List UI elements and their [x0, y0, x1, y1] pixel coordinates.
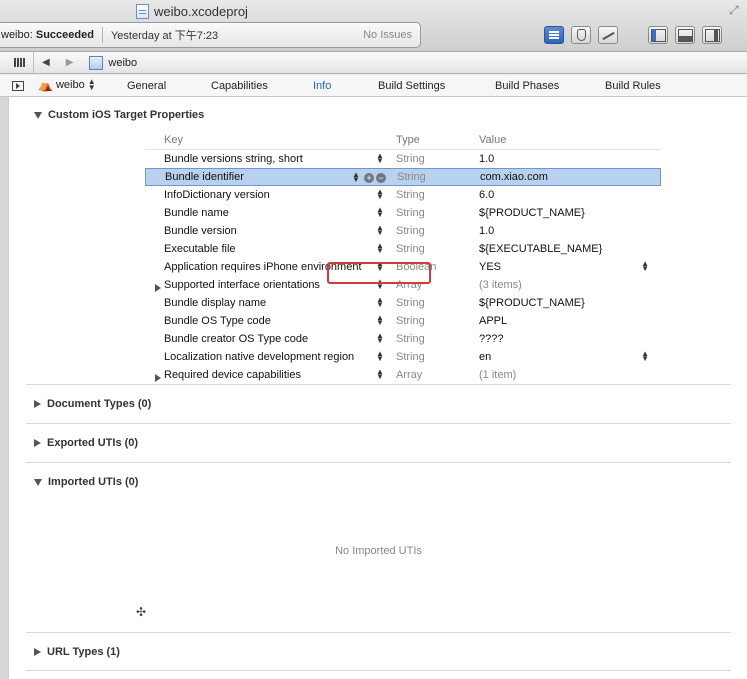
annotation-highlight-box — [327, 262, 431, 284]
key-stepper-icon[interactable]: ▲ ▼ — [376, 350, 384, 363]
disclosure-open-icon — [34, 111, 42, 119]
build-status: weibo: Succeeded — [1, 29, 94, 41]
value-popup-stepper-icon[interactable]: ▲ ▼ — [641, 260, 649, 273]
custom-properties-section: Custom iOS Target Properties Key Type Va… — [26, 97, 731, 384]
project-file-icon — [136, 3, 149, 19]
fullscreen-icon[interactable]: ⤢ — [729, 3, 743, 17]
app-target-icon: ⛺ — [38, 78, 53, 92]
table-row[interactable]: InfoDictionary version ▲ ▼ String 6.0 — [145, 186, 661, 204]
forward-arrow-icon[interactable]: ▶ — [66, 57, 74, 68]
tab-info[interactable]: Info — [313, 80, 331, 92]
disclosure-closed-icon — [34, 648, 41, 656]
key-stepper-icon[interactable]: ▲ ▼ — [376, 314, 384, 327]
url-types-section: URL Types (1) — [26, 632, 731, 671]
table-row[interactable]: Bundle creator OS Type code ▲ ▼ String ??… — [145, 330, 661, 348]
jump-bar: ◀ ▶ weibo — [0, 51, 747, 74]
table-row[interactable]: Executable file ▲ ▼ String ${EXECUTABLE_N… — [145, 240, 661, 258]
imported-utis-empty-message: No Imported UTIs — [335, 545, 422, 557]
editor-tab-bar: ⛺ weibo ▲ ▼ General Capabilities Info Bui… — [0, 75, 747, 97]
table-row[interactable]: Bundle version ▲ ▼ String 1.0 — [145, 222, 661, 240]
issues-label[interactable]: No Issues — [363, 29, 412, 41]
bundle-identifier-value[interactable]: com.xiao.com — [461, 171, 660, 183]
document-types-section: Document Types (0) — [26, 384, 731, 423]
table-row[interactable]: Bundle versions string, short ▲ ▼ String … — [145, 150, 661, 168]
plist-table: Key Type Value Bundle versions string, s… — [145, 134, 661, 384]
related-items-icon[interactable] — [14, 58, 25, 67]
standard-editor-icon — [549, 31, 559, 33]
section-header-url-types[interactable]: URL Types (1) — [34, 646, 120, 658]
key-stepper-icon[interactable]: ▲ ▼ — [352, 171, 360, 184]
debug-panel-icon — [679, 36, 692, 41]
assistant-editor-button[interactable] — [571, 26, 591, 44]
tab-build-phases[interactable]: Build Phases — [495, 80, 559, 92]
utilities-toggle-button[interactable] — [702, 26, 722, 44]
targets-list-toggle-icon[interactable] — [12, 81, 24, 91]
table-row[interactable]: Localization native development region ▲… — [145, 348, 661, 366]
table-row[interactable]: Bundle name ▲ ▼ String ${PRODUCT_NAME} — [145, 204, 661, 222]
tab-capabilities[interactable]: Capabilities — [211, 80, 268, 92]
key-stepper-icon[interactable]: ▲ ▼ — [376, 188, 384, 201]
window-toolbar: weibo.xcodeproj ⤢ weibo: Succeeded Yeste… — [0, 0, 747, 52]
disclosure-closed-icon — [34, 400, 41, 408]
add-item-icon[interactable]: ✣ — [136, 605, 146, 619]
expand-row-icon[interactable] — [155, 374, 161, 382]
remove-row-icon[interactable]: − — [376, 173, 386, 183]
key-stepper-icon[interactable]: ▲ ▼ — [376, 206, 384, 219]
info-editor: Custom iOS Target Properties Key Type Va… — [8, 97, 747, 679]
version-editor-button[interactable] — [598, 26, 618, 44]
assistant-editor-icon — [577, 29, 586, 41]
back-arrow-icon[interactable]: ◀ — [42, 57, 50, 68]
key-stepper-icon[interactable]: ▲ ▼ — [376, 296, 384, 309]
plist-header-row: Key Type Value — [145, 134, 661, 150]
navigator-panel-icon — [652, 29, 656, 41]
updown-arrows-icon: ▲ ▼ — [87, 77, 96, 92]
section-header-exported-utis[interactable]: Exported UTIs (0) — [34, 437, 138, 449]
key-stepper-icon[interactable]: ▲ ▼ — [376, 368, 384, 381]
table-row-selected[interactable]: Bundle identifier ▲ ▼ + − String com.xiao… — [145, 168, 661, 186]
disclosure-open-icon — [34, 478, 42, 486]
key-stepper-icon[interactable]: ▲ ▼ — [376, 224, 384, 237]
utilities-panel-icon — [714, 29, 718, 41]
key-stepper-icon[interactable]: ▲ ▼ — [376, 152, 384, 165]
key-stepper-icon[interactable]: ▲ ▼ — [376, 242, 384, 255]
imported-utis-section: Imported UTIs (0) No Imported UTIs ✣ — [26, 462, 731, 632]
key-stepper-icon[interactable]: ▲ ▼ — [376, 332, 384, 345]
window-title-text: weibo.xcodeproj — [154, 3, 248, 19]
target-name: weibo — [55, 79, 85, 91]
column-key[interactable]: Key — [145, 134, 377, 149]
add-row-icon[interactable]: + — [364, 173, 374, 183]
value-popup-stepper-icon[interactable]: ▲ ▼ — [641, 350, 649, 363]
tab-build-settings[interactable]: Build Settings — [378, 80, 445, 92]
target-selector[interactable]: ⛺ weibo ▲ ▼ — [38, 77, 96, 93]
table-row[interactable]: Bundle display name ▲ ▼ String ${PRODUCT_… — [145, 294, 661, 312]
version-editor-icon — [602, 31, 615, 41]
column-type[interactable]: Type — [377, 134, 460, 149]
table-row[interactable]: Bundle OS Type code ▲ ▼ String APPL — [145, 312, 661, 330]
debug-area-toggle-button[interactable] — [675, 26, 695, 44]
build-time: Yesterday at 下午7:23 — [110, 30, 219, 42]
section-header-document-types[interactable]: Document Types (0) — [34, 398, 151, 410]
breadcrumb-project[interactable]: weibo — [108, 57, 137, 69]
expand-row-icon[interactable] — [155, 284, 161, 292]
tab-general[interactable]: General — [127, 80, 166, 92]
section-header-custom[interactable]: Custom iOS Target Properties — [34, 109, 204, 121]
exported-utis-section: Exported UTIs (0) — [26, 423, 731, 462]
tab-build-rules[interactable]: Build Rules — [605, 80, 661, 92]
activity-viewer: weibo: Succeeded Yesterday at 下午7:23 No … — [0, 22, 421, 48]
section-header-imported-utis[interactable]: Imported UTIs (0) — [34, 476, 138, 488]
project-icon — [89, 55, 104, 70]
disclosure-closed-icon — [34, 439, 41, 447]
standard-editor-button[interactable] — [544, 26, 564, 44]
navigator-toggle-button[interactable] — [648, 26, 668, 44]
window-title: weibo.xcodeproj — [136, 2, 248, 20]
table-row[interactable]: Required device capabilities ▲ ▼ Array (1… — [145, 366, 661, 384]
column-value[interactable]: Value — [460, 134, 661, 149]
